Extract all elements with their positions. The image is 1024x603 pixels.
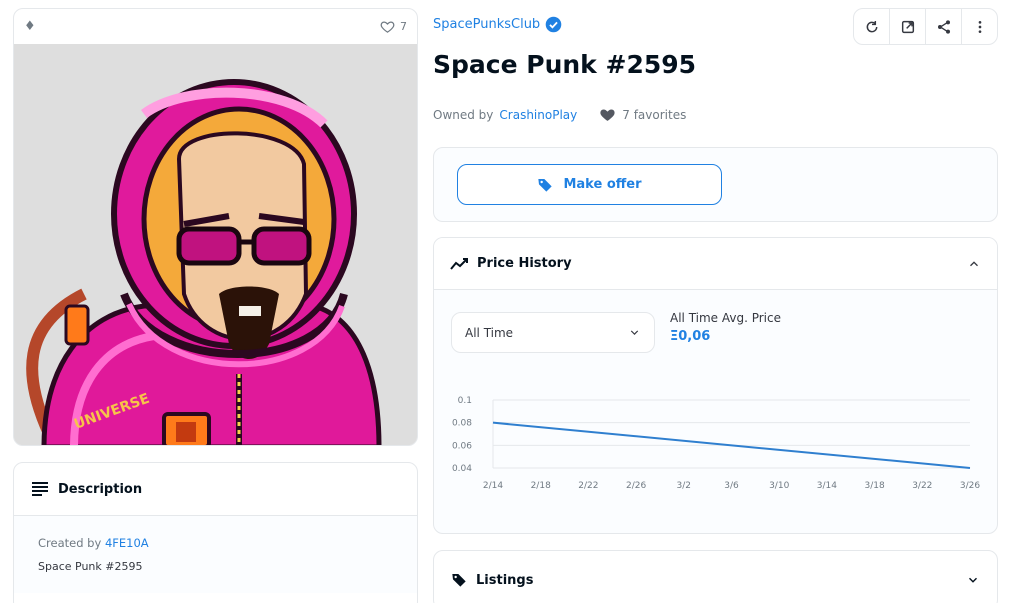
ethereum-icon: ♦: [24, 19, 36, 34]
owner-row: Owned by CrashinoPlay 7 favorites: [433, 106, 686, 123]
artwork-card: ♦ 7 UNIVERSE: [13, 8, 418, 446]
collection-link[interactable]: SpacePunksClub: [433, 16, 562, 33]
asset-title: Space Punk #2595: [433, 50, 697, 79]
heart-outline-icon: [380, 21, 395, 33]
x-tick-label: 2/22: [578, 481, 598, 491]
x-tick-label: 3/26: [960, 481, 980, 491]
nft-image[interactable]: UNIVERSE: [14, 44, 417, 445]
description-panel: Description Created by 4FE10A Space Punk…: [13, 462, 418, 603]
more-vertical-icon: [978, 20, 981, 33]
avg-price-label: All Time Avg. Price: [670, 311, 781, 325]
y-tick-label: 0.1: [458, 396, 472, 406]
price-history-heading: Price History: [477, 256, 572, 271]
x-tick-label: 2/14: [483, 481, 503, 491]
space-punk-illustration: UNIVERSE: [14, 44, 417, 445]
x-tick-label: 3/6: [724, 481, 739, 491]
x-tick-label: 2/26: [626, 481, 646, 491]
offer-panel: Make offer: [433, 147, 998, 222]
refresh-icon: [866, 20, 877, 32]
description-body: Created by 4FE10A Space Punk #2595: [14, 516, 417, 593]
chevron-down-icon: [969, 577, 977, 583]
created-by: Created by 4FE10A: [38, 536, 393, 550]
listings-panel[interactable]: Listings: [433, 550, 998, 603]
trend-line-icon: [450, 257, 468, 270]
time-range-value: All Time: [465, 325, 514, 340]
collection-name: SpacePunksClub: [433, 17, 541, 32]
chevron-up-icon: [970, 260, 978, 266]
x-tick-label: 3/10: [769, 481, 789, 491]
price-history-header[interactable]: Price History: [434, 238, 997, 290]
share-icon: [937, 19, 950, 34]
y-tick-label: 0.06: [452, 441, 472, 451]
listings-heading: Listings: [476, 572, 534, 588]
x-tick-label: 2/18: [531, 481, 551, 491]
description-text: Space Punk #2595: [38, 560, 143, 573]
price-history-chart: 0.04 0.06 0.08 0.1 2/14 2/18 2/22 2/26 3/2 3/6 3/1…: [452, 396, 980, 491]
owner-link[interactable]: CrashinoPlay: [499, 108, 577, 122]
owned-by-prefix: Owned by: [433, 107, 494, 122]
tag-icon: [538, 178, 553, 192]
action-toolbar: [853, 8, 998, 45]
x-tick-label: 3/22: [912, 481, 932, 491]
x-tick-label: 3/2: [677, 481, 691, 491]
more-options-button[interactable]: [962, 9, 997, 44]
artwork-header: ♦ 7: [14, 9, 417, 44]
refresh-button[interactable]: [854, 9, 890, 44]
favorites-text: 7 favorites: [622, 107, 687, 122]
x-tick-label: 3/14: [817, 481, 837, 491]
created-by-prefix: Created by: [38, 536, 102, 550]
external-link-icon: [901, 20, 914, 33]
description-lines-icon: [32, 482, 48, 496]
time-range-select[interactable]: All Time: [451, 312, 655, 353]
share-button[interactable]: [926, 9, 962, 44]
make-offer-button[interactable]: Make offer: [457, 164, 722, 205]
tag-icon: [452, 574, 466, 587]
x-tick-label: 3/18: [864, 481, 884, 491]
favorites-count: 7: [400, 20, 407, 33]
description-heading: Description: [58, 481, 143, 497]
y-tick-label: 0.08: [452, 419, 472, 429]
verified-badge-icon: [545, 16, 562, 33]
open-external-button[interactable]: [890, 9, 926, 44]
creator-link[interactable]: 4FE10A: [105, 536, 149, 550]
make-offer-label: Make offer: [563, 177, 642, 192]
description-header[interactable]: Description: [14, 463, 417, 516]
heart-icon: [600, 109, 615, 121]
price-history-panel: Price History All Time All Time Avg. Pri…: [433, 237, 998, 534]
avg-price-value: Ξ0,06: [670, 329, 711, 344]
favorite-button[interactable]: 7: [380, 19, 407, 34]
y-tick-label: 0.04: [452, 464, 472, 474]
chevron-down-icon: [630, 330, 639, 335]
